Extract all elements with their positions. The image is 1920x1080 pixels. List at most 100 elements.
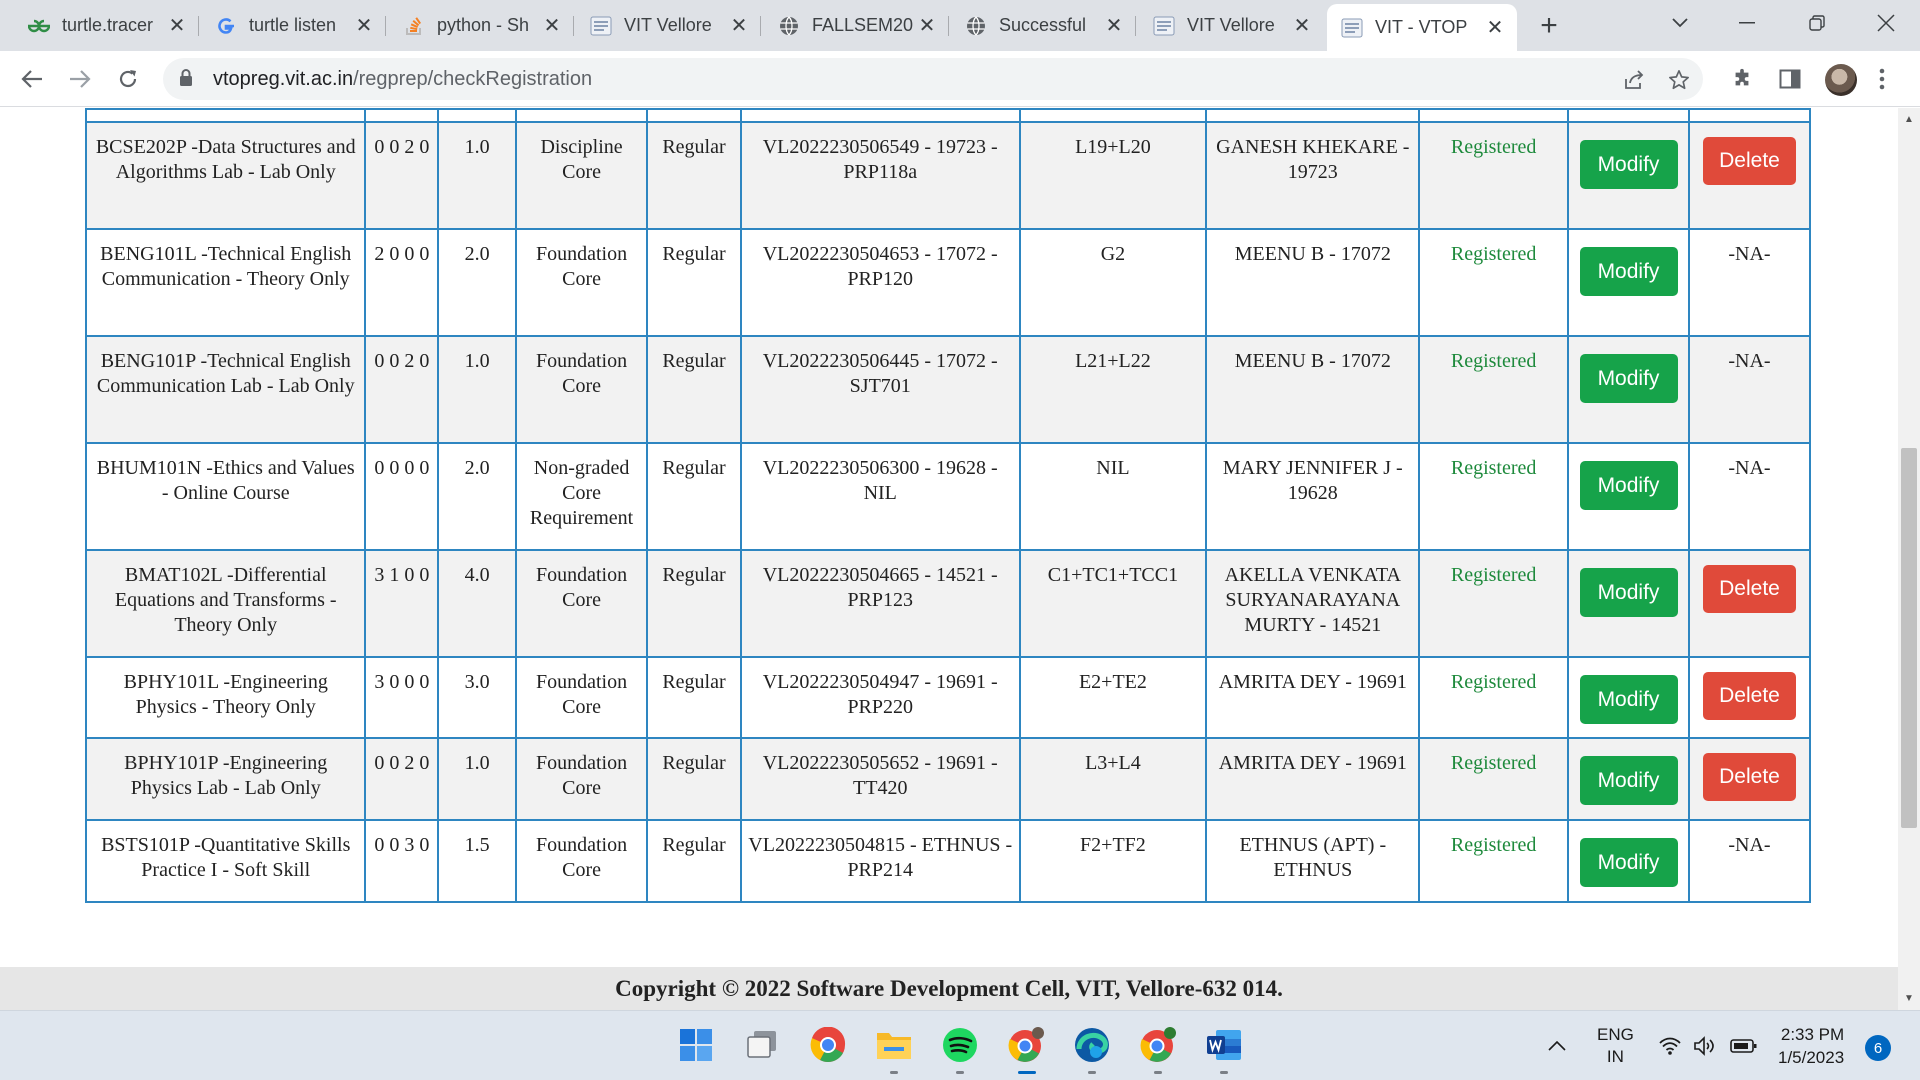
- volume-icon[interactable]: [1693, 1011, 1717, 1080]
- modify-cell: Modify: [1567, 819, 1690, 903]
- bookmark-star-icon[interactable]: [1665, 66, 1693, 94]
- back-icon[interactable]: [14, 61, 50, 97]
- address-bar[interactable]: vtopreg.vit.ac.in/regprep/checkRegistrat…: [163, 58, 1703, 100]
- delete-button[interactable]: Delete: [1702, 137, 1796, 185]
- modify-button[interactable]: Modify: [1579, 756, 1678, 805]
- show-hidden-icons-icon[interactable]: [1548, 1011, 1566, 1080]
- close-tab-icon[interactable]: ✕: [915, 14, 939, 38]
- word-icon[interactable]: [1204, 1025, 1244, 1065]
- delete-na-cell: -NA-: [1687, 228, 1812, 337]
- modify-button[interactable]: Modify: [1579, 461, 1678, 510]
- modify-button[interactable]: Modify: [1579, 568, 1678, 617]
- tab-title: VIT Vellore: [1187, 15, 1275, 35]
- language-indicator[interactable]: ENG IN: [1597, 1011, 1634, 1080]
- chrome-second-profile-icon[interactable]: [1138, 1025, 1178, 1065]
- close-tab-icon[interactable]: ✕: [352, 14, 376, 38]
- delete-button[interactable]: Delete: [1702, 565, 1796, 613]
- url-text[interactable]: vtopreg.vit.ac.in/regprep/checkRegistrat…: [213, 68, 592, 91]
- windows-taskbar: ENG IN 2:33 PM 1/5/2023 6: [0, 1010, 1920, 1080]
- category-cell: Discipline Core: [515, 121, 649, 230]
- chrome2-running-indicator: [1154, 1071, 1162, 1074]
- modify-button[interactable]: Modify: [1579, 354, 1678, 403]
- extensions-icon[interactable]: [1726, 63, 1758, 95]
- table-row: BPHY101L -Engineering Physics - Theory O…: [84, 656, 1812, 739]
- status-cell: Registered: [1418, 549, 1570, 658]
- slot-cell: NIL: [1018, 442, 1208, 551]
- word-running-indicator: [1220, 1071, 1228, 1074]
- scroll-down-arrow-icon[interactable]: ▼: [1904, 993, 1914, 1004]
- course-type-cell: Regular: [646, 335, 742, 444]
- clock[interactable]: 2:33 PM 1/5/2023: [1778, 1011, 1844, 1080]
- minimize-icon[interactable]: [1727, 8, 1767, 38]
- browser-tab[interactable]: VIT - VTOP ✕: [1327, 4, 1517, 51]
- tab-separator: [760, 16, 761, 36]
- scrollbar-thumb[interactable]: [1901, 448, 1917, 828]
- browser-tab[interactable]: VIT Vellore ✕: [1139, 6, 1324, 45]
- edge-icon[interactable]: [1072, 1025, 1112, 1065]
- category-cell: Foundation Core: [515, 737, 649, 821]
- modify-button[interactable]: Modify: [1579, 140, 1678, 189]
- notification-badge[interactable]: 6: [1865, 1035, 1891, 1061]
- credits-cell: 1.0: [437, 121, 518, 230]
- browser-tab[interactable]: FALLSEM20 ✕: [764, 6, 949, 45]
- battery-icon[interactable]: [1730, 1011, 1758, 1080]
- faculty-cell: MARY JENNIFER J - 19628: [1205, 442, 1421, 551]
- class-number-cell: VL2022230506549 - 19723 - PRP118a: [739, 121, 1021, 230]
- ltpj-cell: 0 0 2 0: [364, 335, 440, 444]
- browser-tab[interactable]: turtle.tracer ✕: [14, 6, 199, 45]
- status-cell: Registered: [1418, 656, 1570, 739]
- browser-tab[interactable]: VIT Vellore ✕: [576, 6, 761, 45]
- menu-kebab-icon[interactable]: [1866, 63, 1898, 95]
- credits-cell: 2.0: [437, 442, 518, 551]
- close-tab-icon[interactable]: ✕: [1102, 14, 1126, 38]
- file-explorer-icon[interactable]: [874, 1025, 914, 1065]
- close-tab-icon[interactable]: ✕: [1290, 14, 1314, 38]
- new-tab-button[interactable]: +: [1533, 9, 1565, 42]
- reload-icon[interactable]: [110, 61, 146, 97]
- class-number-cell: VL2022230506300 - 19628 - NIL: [739, 442, 1021, 551]
- table-row: BSTS101P -Quantitative Skills Practice I…: [84, 819, 1812, 903]
- scroll-up-arrow-icon[interactable]: ▲: [1904, 114, 1914, 125]
- task-view-icon[interactable]: [742, 1025, 782, 1065]
- delete-cell: Delete: [1687, 549, 1812, 658]
- ltpj-cell: 2 0 0 0: [364, 228, 440, 337]
- slot-cell: F2+TF2: [1018, 819, 1208, 903]
- share-icon[interactable]: [1620, 66, 1648, 94]
- close-window-icon[interactable]: [1866, 8, 1906, 38]
- close-tab-icon[interactable]: ✕: [1483, 16, 1507, 40]
- browser-tab[interactable]: Successful ✕: [951, 6, 1136, 45]
- profile-avatar[interactable]: [1825, 64, 1857, 96]
- modify-cell: Modify: [1567, 656, 1690, 739]
- modify-button[interactable]: Modify: [1579, 247, 1678, 296]
- course-name-cell: BENG101L -Technical English Communicatio…: [84, 228, 367, 337]
- side-panel-icon[interactable]: [1774, 63, 1806, 95]
- delete-button[interactable]: Delete: [1702, 672, 1796, 720]
- modify-button[interactable]: Modify: [1579, 838, 1678, 887]
- ltpj-cell: 0 0 2 0: [364, 737, 440, 821]
- language-code: ENG: [1597, 1025, 1634, 1044]
- chrome-taskbar-icon[interactable]: [808, 1025, 848, 1065]
- ltpj-cell: 3 0 0 0: [364, 656, 440, 739]
- close-tab-icon[interactable]: ✕: [540, 14, 564, 38]
- spotify-icon[interactable]: [940, 1025, 980, 1065]
- page-footer: Copyright © 2022 Software Development Ce…: [0, 967, 1898, 1010]
- chrome-profile-taskbar-icon[interactable]: [1006, 1025, 1046, 1065]
- windows-start-icon[interactable]: [676, 1025, 716, 1065]
- page-scrollbar[interactable]: ▲ ▼: [1898, 108, 1920, 1010]
- restore-icon[interactable]: [1797, 8, 1837, 38]
- google-icon: [215, 15, 237, 37]
- close-tab-icon[interactable]: ✕: [165, 14, 189, 38]
- delete-button[interactable]: Delete: [1702, 753, 1796, 801]
- lock-icon[interactable]: [179, 69, 193, 92]
- wifi-icon[interactable]: [1658, 1011, 1682, 1080]
- status-cell: Registered: [1418, 228, 1570, 337]
- browser-tab[interactable]: turtle listen ✕: [201, 6, 386, 45]
- explorer-running-indicator: [890, 1071, 898, 1074]
- modify-button[interactable]: Modify: [1579, 675, 1678, 724]
- forward-icon[interactable]: [62, 61, 98, 97]
- status-cell: Registered: [1418, 442, 1570, 551]
- faculty-cell: AKELLA VENKATA SURYANARAYANA MURTY - 145…: [1205, 549, 1421, 658]
- close-tab-icon[interactable]: ✕: [727, 14, 751, 38]
- tab-search-icon[interactable]: [1660, 8, 1700, 38]
- browser-tab[interactable]: python - Sh ✕: [389, 6, 574, 45]
